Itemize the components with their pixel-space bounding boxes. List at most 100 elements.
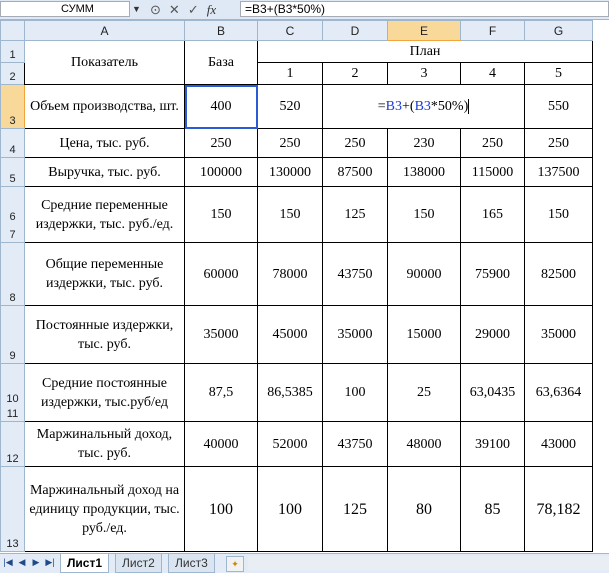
- cell-e6[interactable]: 150: [387, 186, 461, 243]
- label-total-variable-costs[interactable]: Общие переменные издержки, тыс. руб.: [24, 242, 185, 306]
- row-header-3[interactable]: 3: [0, 84, 25, 129]
- enter-icon[interactable]: ✓: [188, 2, 199, 18]
- chevron-down-icon[interactable]: ▼: [132, 1, 142, 17]
- column-header-d[interactable]: D: [322, 20, 388, 41]
- cell-f9[interactable]: 29000: [460, 305, 525, 364]
- cell-c13[interactable]: 100: [257, 466, 323, 552]
- cell-d8[interactable]: 43750: [322, 242, 388, 306]
- cell-b4[interactable]: 250: [184, 128, 258, 158]
- cell-f5[interactable]: 115000: [460, 157, 525, 187]
- column-header-e[interactable]: E: [387, 20, 461, 41]
- row-header-4[interactable]: 4: [0, 128, 25, 158]
- column-header-b[interactable]: B: [184, 20, 258, 41]
- sheet-tab-3[interactable]: Лист3: [168, 554, 215, 573]
- cell-c8[interactable]: 78000: [257, 242, 323, 306]
- cell-c12[interactable]: 52000: [257, 421, 323, 467]
- last-sheet-icon[interactable]: ▶|: [44, 557, 56, 568]
- cell-f10[interactable]: 63,0435: [460, 363, 525, 422]
- cell-f8[interactable]: 75900: [460, 242, 525, 306]
- plan-number-5[interactable]: 5: [524, 62, 593, 85]
- prev-sheet-icon[interactable]: ◀: [16, 557, 28, 568]
- row-header-6-7[interactable]: 6 7: [0, 186, 25, 243]
- cell-f13[interactable]: 85: [460, 466, 525, 552]
- cell-g8[interactable]: 82500: [524, 242, 593, 306]
- label-price[interactable]: Цена, тыс. руб.: [24, 128, 185, 158]
- plan-number-3[interactable]: 3: [387, 62, 461, 85]
- insert-sheet-icon[interactable]: ✦: [226, 556, 244, 572]
- cell-g6[interactable]: 150: [524, 186, 593, 243]
- cell-b5[interactable]: 100000: [184, 157, 258, 187]
- cancel-icon[interactable]: ✕: [169, 2, 180, 18]
- cell-b8[interactable]: 60000: [184, 242, 258, 306]
- cell-c6[interactable]: 150: [257, 186, 323, 243]
- cell-f6[interactable]: 165: [460, 186, 525, 243]
- horizontal-scrollbar[interactable]: [248, 556, 609, 570]
- sheet-tab-1[interactable]: Лист1: [60, 554, 110, 573]
- select-all-corner[interactable]: [0, 20, 25, 41]
- next-sheet-icon[interactable]: ▶: [30, 557, 42, 568]
- label-marginal-income[interactable]: Маржинальный доход, тыс. руб.: [24, 421, 185, 467]
- cell-d6[interactable]: 125: [322, 186, 388, 243]
- label-avg-fixed-costs[interactable]: Средние постоянные издержки, тыс.руб/ед: [24, 363, 185, 422]
- row-header-1[interactable]: 1: [0, 40, 25, 63]
- first-sheet-icon[interactable]: |◀: [2, 557, 14, 568]
- cell-e12[interactable]: 48000: [387, 421, 461, 467]
- cell-d12[interactable]: 43750: [322, 421, 388, 467]
- cell-c4[interactable]: 250: [257, 128, 323, 158]
- cell-d13[interactable]: 125: [322, 466, 388, 552]
- cell-d10[interactable]: 100: [322, 363, 388, 422]
- label-production-volume[interactable]: Объем производства, шт.: [24, 84, 185, 129]
- plan-number-4[interactable]: 4: [460, 62, 525, 85]
- cell-b10[interactable]: 87,5: [184, 363, 258, 422]
- insert-function-icon[interactable]: fx: [207, 2, 216, 18]
- cell-f4[interactable]: 250: [460, 128, 525, 158]
- cell-d4[interactable]: 250: [322, 128, 388, 158]
- cell-g4[interactable]: 250: [524, 128, 593, 158]
- cell-c10[interactable]: 86,5385: [257, 363, 323, 422]
- label-revenue[interactable]: Выручка, тыс. руб.: [24, 157, 185, 187]
- cell-d9[interactable]: 35000: [322, 305, 388, 364]
- cell-g10[interactable]: 63,6364: [524, 363, 593, 422]
- cell-b12[interactable]: 40000: [184, 421, 258, 467]
- plan-number-2[interactable]: 2: [322, 62, 388, 85]
- column-header-g[interactable]: G: [524, 20, 593, 41]
- column-header-a[interactable]: A: [24, 20, 185, 41]
- cell-e8[interactable]: 90000: [387, 242, 461, 306]
- cell-d5[interactable]: 87500: [322, 157, 388, 187]
- column-header-f[interactable]: F: [460, 20, 525, 41]
- cell-g12[interactable]: 43000: [524, 421, 593, 467]
- header-base[interactable]: База: [184, 40, 258, 85]
- row-header-2[interactable]: 2: [0, 62, 25, 85]
- cell-c3[interactable]: 520: [257, 84, 323, 129]
- row-header-5[interactable]: 5: [0, 157, 25, 187]
- plan-number-1[interactable]: 1: [257, 62, 323, 85]
- row-header-8[interactable]: 8: [0, 242, 25, 306]
- cell-e13[interactable]: 80: [387, 466, 461, 552]
- cell-b3[interactable]: 400: [184, 84, 258, 129]
- label-marginal-income-per-unit[interactable]: Маржинальный доход на единицу продукции,…: [24, 466, 185, 552]
- row-header-12[interactable]: 12: [0, 421, 25, 467]
- cell-g5[interactable]: 137500: [524, 157, 593, 187]
- formula-input[interactable]: =B3+(B3*50%): [240, 1, 609, 17]
- cell-b9[interactable]: 35000: [184, 305, 258, 364]
- cell-editing[interactable]: =B3+(B3*50%): [322, 84, 525, 129]
- row-header-10-11[interactable]: 10 11: [0, 363, 25, 422]
- cell-e4[interactable]: 230: [387, 128, 461, 158]
- cell-e10[interactable]: 25: [387, 363, 461, 422]
- formula-options-icon[interactable]: ⊙: [150, 2, 161, 18]
- row-header-9[interactable]: 9: [0, 305, 25, 364]
- cell-c9[interactable]: 45000: [257, 305, 323, 364]
- cell-f12[interactable]: 39100: [460, 421, 525, 467]
- name-box[interactable]: СУММ: [0, 1, 130, 17]
- row-header-13[interactable]: 13: [0, 466, 25, 552]
- cell-b6[interactable]: 150: [184, 186, 258, 243]
- cell-b13[interactable]: 100: [184, 466, 258, 552]
- label-avg-variable-costs[interactable]: Средние переменные издержки, тыс. руб./е…: [24, 186, 185, 243]
- label-fixed-costs[interactable]: Постоянные издержки, тыс. руб.: [24, 305, 185, 364]
- cell-g13[interactable]: 78,182: [524, 466, 593, 552]
- header-indicator[interactable]: Показатель: [24, 40, 185, 85]
- cell-c5[interactable]: 130000: [257, 157, 323, 187]
- header-plan[interactable]: План: [257, 40, 593, 63]
- sheet-tab-2[interactable]: Лист2: [115, 554, 162, 573]
- cell-g9[interactable]: 35000: [524, 305, 593, 364]
